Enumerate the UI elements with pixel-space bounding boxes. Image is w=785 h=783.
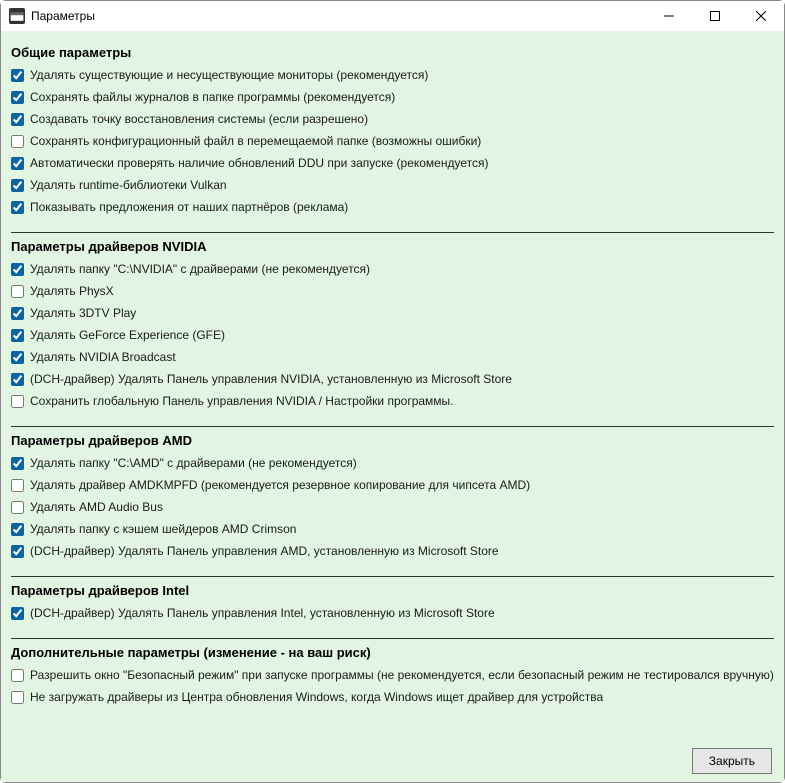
separator <box>11 232 774 233</box>
option-row: Сохранить глобальную Панель управления N… <box>11 390 774 412</box>
section-title-advanced: Дополнительные параметры (изменение - на… <box>11 645 774 660</box>
option-checkbox[interactable] <box>11 545 24 558</box>
option-row: (DCH-драйвер) Удалять Панель управления … <box>11 540 774 562</box>
option-checkbox[interactable] <box>11 523 24 536</box>
option-checkbox[interactable] <box>11 691 24 704</box>
option-label[interactable]: Удалять папку с кэшем шейдеров AMD Crims… <box>30 520 296 538</box>
option-checkbox[interactable] <box>11 457 24 470</box>
section-title-general: Общие параметры <box>11 45 774 60</box>
option-row: Удалять NVIDIA Broadcast <box>11 346 774 368</box>
option-row: Удалять GeForce Experience (GFE) <box>11 324 774 346</box>
section-general-options: Удалять существующие и несуществующие мо… <box>11 64 774 218</box>
option-checkbox[interactable] <box>11 285 24 298</box>
option-row: Удалять AMD Audio Bus <box>11 496 774 518</box>
option-row: Удалять runtime-библиотеки Vulkan <box>11 174 774 196</box>
option-row: Сохранять конфигурационный файл в переме… <box>11 130 774 152</box>
separator <box>11 426 774 427</box>
section-title-amd: Параметры драйверов AMD <box>11 433 774 448</box>
window-controls <box>646 1 784 31</box>
option-label[interactable]: Сохранять файлы журналов в папке програм… <box>30 88 395 106</box>
maximize-button[interactable] <box>692 1 738 31</box>
option-checkbox[interactable] <box>11 501 24 514</box>
option-label[interactable]: Разрешить окно "Безопасный режим" при за… <box>30 666 774 684</box>
option-row: Удалять существующие и несуществующие мо… <box>11 64 774 86</box>
option-label[interactable]: Удалять папку "C:\NVIDIA" с драйверами (… <box>30 260 370 278</box>
option-checkbox[interactable] <box>11 263 24 276</box>
option-checkbox[interactable] <box>11 157 24 170</box>
option-checkbox[interactable] <box>11 179 24 192</box>
option-checkbox[interactable] <box>11 669 24 682</box>
separator <box>11 576 774 577</box>
option-row: Разрешить окно "Безопасный режим" при за… <box>11 664 774 686</box>
option-label[interactable]: (DCH-драйвер) Удалять Панель управления … <box>30 370 512 388</box>
option-checkbox[interactable] <box>11 395 24 408</box>
option-row: Удалять папку с кэшем шейдеров AMD Crims… <box>11 518 774 540</box>
option-label[interactable]: (DCH-драйвер) Удалять Панель управления … <box>30 542 499 560</box>
option-checkbox[interactable] <box>11 69 24 82</box>
option-row: Не загружать драйверы из Центра обновлен… <box>11 686 774 708</box>
option-label[interactable]: Автоматически проверять наличие обновлен… <box>30 154 488 172</box>
section-intel-options: (DCH-драйвер) Удалять Панель управления … <box>11 602 774 624</box>
titlebar: Параметры <box>1 1 784 31</box>
option-label[interactable]: Удалять папку "C:\AMD" с драйверами (не … <box>30 454 357 472</box>
option-row: Удалять 3DTV Play <box>11 302 774 324</box>
section-title-intel: Параметры драйверов Intel <box>11 583 774 598</box>
separator <box>11 638 774 639</box>
app-icon <box>9 8 25 24</box>
option-row: Удалять PhysX <box>11 280 774 302</box>
option-checkbox[interactable] <box>11 307 24 320</box>
option-label[interactable]: Сохранить глобальную Панель управления N… <box>30 392 454 410</box>
section-advanced-options: Разрешить окно "Безопасный режим" при за… <box>11 664 774 708</box>
content-area: Общие параметры Удалять существующие и н… <box>1 31 784 782</box>
option-label[interactable]: Показывать предложения от наших партнёро… <box>30 198 348 216</box>
option-row: (DCH-драйвер) Удалять Панель управления … <box>11 602 774 624</box>
option-label[interactable]: Создавать точку восстановления системы (… <box>30 110 368 128</box>
option-label[interactable]: Удалять GeForce Experience (GFE) <box>30 326 225 344</box>
section-title-nvidia: Параметры драйверов NVIDIA <box>11 239 774 254</box>
option-label[interactable]: Сохранять конфигурационный файл в переме… <box>30 132 481 150</box>
minimize-button[interactable] <box>646 1 692 31</box>
option-checkbox[interactable] <box>11 113 24 126</box>
option-row: Автоматически проверять наличие обновлен… <box>11 152 774 174</box>
option-row: (DCH-драйвер) Удалять Панель управления … <box>11 368 774 390</box>
option-checkbox[interactable] <box>11 135 24 148</box>
option-row: Удалять папку "C:\NVIDIA" с драйверами (… <box>11 258 774 280</box>
close-button[interactable]: Закрыть <box>692 748 772 774</box>
option-label[interactable]: Удалять NVIDIA Broadcast <box>30 348 176 366</box>
section-nvidia-options: Удалять папку "C:\NVIDIA" с драйверами (… <box>11 258 774 412</box>
option-checkbox[interactable] <box>11 351 24 364</box>
option-label[interactable]: Не загружать драйверы из Центра обновлен… <box>30 688 603 706</box>
footer: Закрыть <box>1 740 784 782</box>
option-label[interactable]: Удалять runtime-библиотеки Vulkan <box>30 176 227 194</box>
option-label[interactable]: Удалять существующие и несуществующие мо… <box>30 66 428 84</box>
option-checkbox[interactable] <box>11 373 24 386</box>
option-label[interactable]: Удалять PhysX <box>30 282 114 300</box>
section-amd-options: Удалять папку "C:\AMD" с драйверами (не … <box>11 452 774 562</box>
window-title: Параметры <box>31 9 646 23</box>
option-checkbox[interactable] <box>11 607 24 620</box>
close-window-button[interactable] <box>738 1 784 31</box>
option-checkbox[interactable] <box>11 329 24 342</box>
option-row: Сохранять файлы журналов в папке програм… <box>11 86 774 108</box>
option-checkbox[interactable] <box>11 91 24 104</box>
option-row: Показывать предложения от наших партнёро… <box>11 196 774 218</box>
option-label[interactable]: Удалять AMD Audio Bus <box>30 498 163 516</box>
option-row: Создавать точку восстановления системы (… <box>11 108 774 130</box>
option-label[interactable]: Удалять драйвер AMDKMPFD (рекомендуется … <box>30 476 530 494</box>
option-checkbox[interactable] <box>11 479 24 492</box>
option-row: Удалять драйвер AMDKMPFD (рекомендуется … <box>11 474 774 496</box>
option-label[interactable]: Удалять 3DTV Play <box>30 304 136 322</box>
option-row: Удалять папку "C:\AMD" с драйверами (не … <box>11 452 774 474</box>
option-label[interactable]: (DCH-драйвер) Удалять Панель управления … <box>30 604 495 622</box>
option-checkbox[interactable] <box>11 201 24 214</box>
